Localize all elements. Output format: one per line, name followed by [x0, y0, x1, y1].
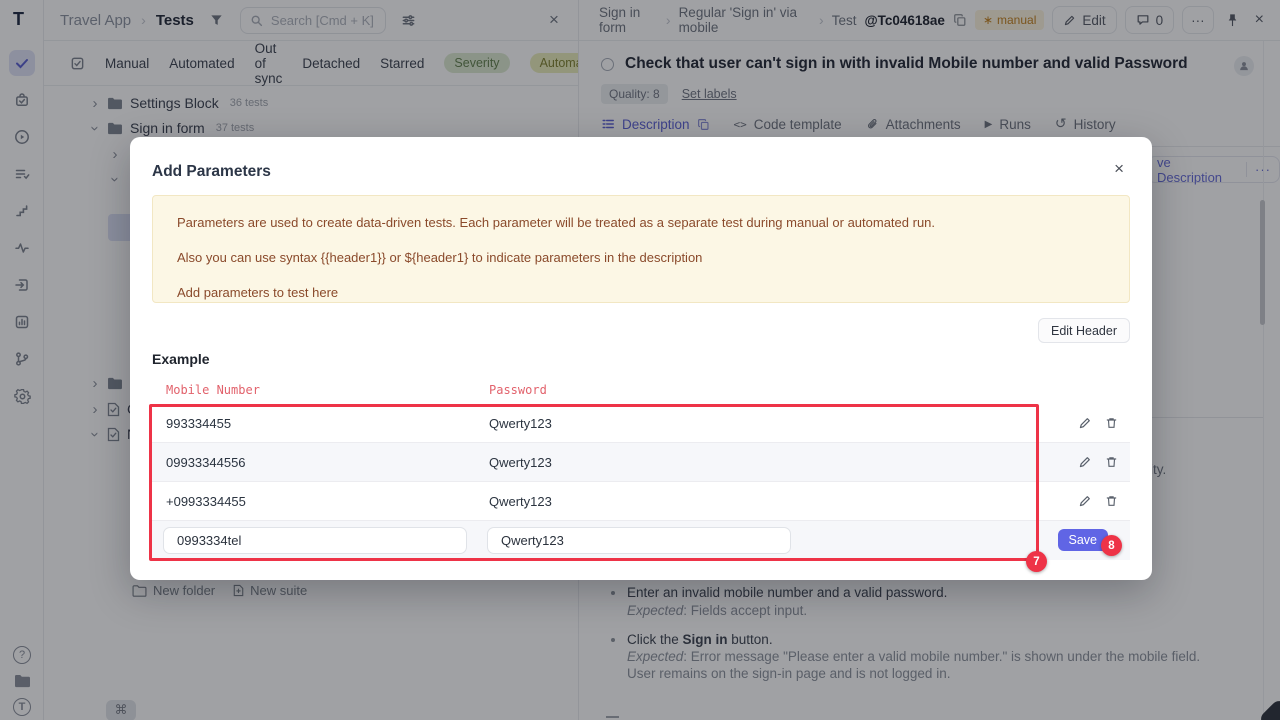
modal-title: Add Parameters — [152, 163, 271, 181]
parameters-info-box: Parameters are used to create data-drive… — [152, 195, 1130, 303]
app-root: T — [0, 0, 1280, 720]
edit-header-button[interactable]: Edit Header — [1038, 318, 1130, 343]
annotation-step-7: 7 — [1026, 551, 1047, 572]
annotation-rectangle — [149, 404, 1039, 561]
column-header-mobile: Mobile Number — [166, 383, 260, 397]
delete-row-icon[interactable] — [1105, 455, 1118, 469]
delete-row-icon[interactable] — [1105, 416, 1118, 430]
info-line: Add parameters to test here — [177, 286, 1105, 300]
example-heading: Example — [152, 351, 210, 367]
edit-row-icon[interactable] — [1078, 455, 1092, 469]
delete-row-icon[interactable] — [1105, 494, 1118, 508]
column-header-password: Password — [489, 383, 547, 397]
edit-row-icon[interactable] — [1078, 416, 1092, 430]
info-line: Parameters are used to create data-drive… — [177, 216, 1105, 230]
info-line: Also you can use syntax {{header1}} or $… — [177, 251, 1105, 265]
edit-row-icon[interactable] — [1078, 494, 1092, 508]
modal-close-icon[interactable]: × — [1114, 159, 1124, 179]
annotation-step-8: 8 — [1101, 535, 1122, 556]
